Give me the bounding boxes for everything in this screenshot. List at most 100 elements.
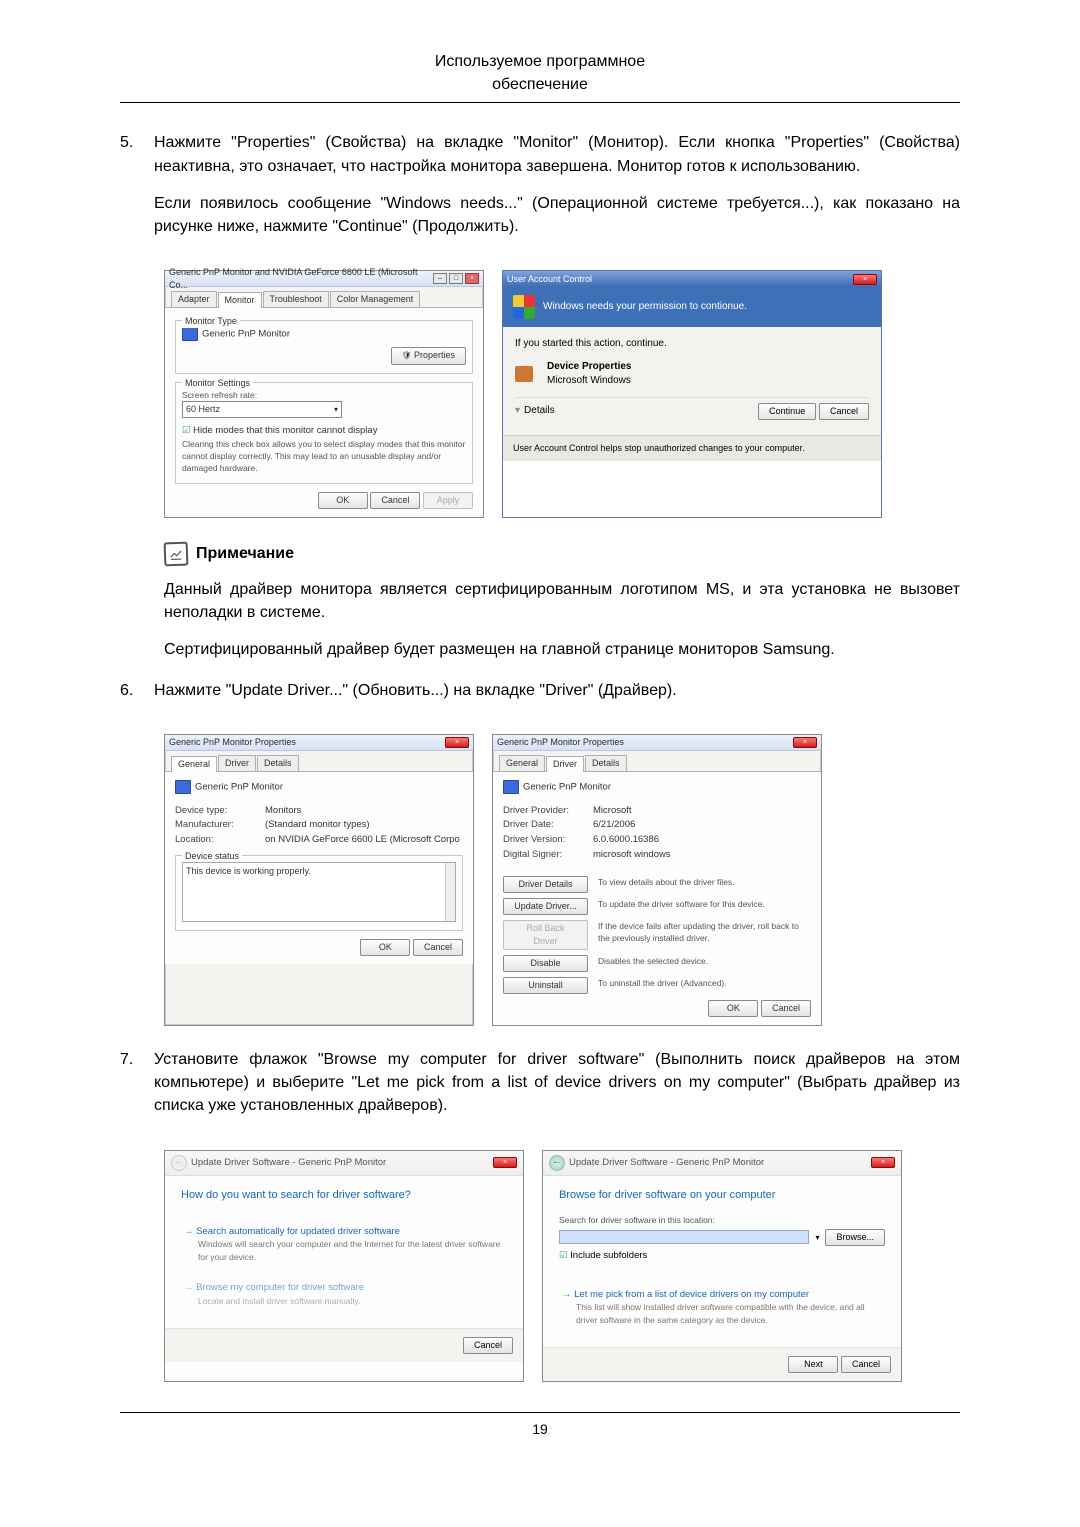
tab-color-management[interactable]: Color Management (330, 291, 421, 307)
uac-title-text: User Account Control (507, 273, 592, 286)
step-5-paragraph-1: Нажмите "Properties" (Свойства) на вклад… (154, 131, 960, 177)
uac-if-started: If you started this action, continue. (515, 337, 869, 352)
back-icon[interactable]: ← (549, 1155, 565, 1171)
running-header-line2: обеспечение (120, 73, 960, 96)
general-properties-dialog: Generic PnP Monitor Properties × General… (164, 734, 474, 1026)
tab-general[interactable]: General (499, 755, 545, 771)
search-auto-sub: Windows will search your computer and th… (198, 1238, 504, 1263)
note-paragraph-1: Данный драйвер монитора является сертифи… (164, 578, 960, 624)
device-status-textarea: This device is working properly. (182, 862, 456, 922)
location-input[interactable] (559, 1230, 809, 1244)
close-icon[interactable]: × (445, 737, 469, 748)
page-number: 19 (120, 1419, 960, 1439)
driver-provider-value: Microsoft (593, 804, 632, 818)
general-dialog-title: Generic PnP Monitor Properties (169, 736, 296, 749)
scrollbar[interactable] (445, 863, 455, 921)
update-driver-desc: To update the driver software for this d… (598, 898, 811, 910)
roll-back-driver-button[interactable]: Roll Back Driver (503, 920, 588, 950)
update-driver-button[interactable]: Update Driver... (503, 898, 588, 915)
monitor-settings-legend: Monitor Settings (182, 377, 253, 390)
step-5-number: 5. (120, 131, 154, 252)
cancel-button[interactable]: Cancel (761, 1000, 811, 1017)
driver-dialog-title: Generic PnP Monitor Properties (497, 736, 624, 749)
apply-button[interactable]: Apply (423, 492, 473, 509)
uac-details-link[interactable]: Details (524, 404, 555, 419)
continue-button[interactable]: Continue (758, 403, 816, 420)
driver-version-label: Driver Version: (503, 833, 583, 847)
cancel-button[interactable]: Cancel (841, 1356, 891, 1373)
tab-details[interactable]: Details (585, 755, 627, 771)
browse-lead: Browse my computer for driver software (184, 1281, 504, 1295)
hide-modes-checkbox[interactable]: Hide modes that this monitor cannot disp… (182, 424, 466, 438)
driver-date-label: Driver Date: (503, 818, 583, 832)
close-icon[interactable]: × (871, 1157, 895, 1168)
uninstall-desc: To uninstall the driver (Advanced). (598, 977, 811, 989)
disable-desc: Disables the selected device. (598, 955, 811, 967)
properties-button[interactable]: Properties (391, 347, 466, 364)
uninstall-button[interactable]: Uninstall (503, 977, 588, 994)
step-7-number: 7. (120, 1048, 154, 1132)
note-icon (164, 541, 189, 566)
refresh-rate-select[interactable]: 60 Hertz ▾ (182, 401, 342, 418)
location-label: Location: (175, 833, 255, 847)
include-subfolders-checkbox[interactable]: Include subfolders (559, 1249, 885, 1263)
disable-button[interactable]: Disable (503, 955, 588, 972)
tab-driver[interactable]: Driver (546, 756, 584, 772)
tab-troubleshoot[interactable]: Troubleshoot (263, 291, 329, 307)
digital-signer-value: microsoft windows (593, 848, 671, 862)
driver-properties-dialog: Generic PnP Monitor Properties × General… (492, 734, 822, 1026)
location-value: on NVIDIA GeForce 6600 LE (Microsoft Cor… (265, 833, 460, 847)
digital-signer-label: Digital Signer: (503, 848, 583, 862)
uac-footer-text: User Account Control helps stop unauthor… (503, 435, 881, 461)
browse-button[interactable]: Browse... (825, 1229, 885, 1246)
chevron-down-icon[interactable]: ▾ (815, 1232, 819, 1244)
search-automatically-option[interactable]: Search automatically for updated driver … (181, 1218, 507, 1270)
wizard-heading: How do you want to search for driver sof… (165, 1176, 523, 1210)
back-icon[interactable]: ← (171, 1155, 187, 1171)
monitor-name-label: Generic PnP Monitor (202, 329, 290, 340)
refresh-rate-value: 60 Hertz (186, 403, 220, 416)
step-6-number: 6. (120, 679, 154, 716)
tab-details[interactable]: Details (257, 755, 299, 771)
minimize-icon[interactable]: – (433, 273, 447, 284)
note-paragraph-2: Сертифицированный драйвер будет размещен… (164, 638, 960, 661)
next-button[interactable]: Next (788, 1356, 838, 1373)
driver-details-desc: To view details about the driver files. (598, 876, 811, 888)
ok-button[interactable]: OK (360, 939, 410, 956)
wizard-breadcrumb: Update Driver Software - Generic PnP Mon… (191, 1156, 386, 1170)
close-icon[interactable]: × (853, 274, 877, 285)
search-location-label: Search for driver software in this locat… (559, 1214, 885, 1226)
hide-modes-description: Clearing this check box allows you to se… (182, 438, 466, 475)
step-5-paragraph-2: Если появилось сообщение "Windows needs.… (154, 192, 960, 238)
cancel-button[interactable]: Cancel (463, 1337, 513, 1354)
tab-general[interactable]: General (171, 756, 217, 772)
uac-dialog: User Account Control × Windows needs you… (502, 270, 882, 517)
tab-driver[interactable]: Driver (218, 755, 256, 771)
cancel-button[interactable]: Cancel (370, 492, 420, 509)
chevron-down-icon[interactable]: ▾ (515, 404, 520, 419)
browse-computer-option[interactable]: Browse my computer for driver software L… (181, 1274, 507, 1314)
monitor-icon (182, 327, 198, 341)
browse-driver-wizard: ← Update Driver Software - Generic PnP M… (542, 1150, 902, 1383)
tab-adapter[interactable]: Adapter (171, 291, 217, 307)
browse-sub: Locate and install driver software manua… (198, 1295, 504, 1307)
manufacturer-label: Manufacturer: (175, 818, 255, 832)
close-icon[interactable]: × (493, 1157, 517, 1168)
maximize-icon[interactable]: □ (449, 273, 463, 284)
ok-button[interactable]: OK (318, 492, 368, 509)
driver-details-button[interactable]: Driver Details (503, 876, 588, 893)
cancel-button[interactable]: Cancel (413, 939, 463, 956)
let-me-pick-option[interactable]: Let me pick from a list of device driver… (559, 1281, 885, 1333)
ok-button[interactable]: OK (708, 1000, 758, 1017)
search-auto-lead: Search automatically for updated driver … (184, 1225, 504, 1239)
driver-date-value: 6/21/2006 (593, 818, 635, 832)
close-icon[interactable]: × (793, 737, 817, 748)
step-7-paragraph: Установите флажок "Browse my computer fo… (154, 1048, 960, 1118)
close-icon[interactable]: × (465, 273, 479, 284)
monitor-properties-dialog: Generic PnP Monitor and NVIDIA GeForce 6… (164, 270, 484, 517)
note-title: Примечание (196, 542, 294, 565)
cancel-button[interactable]: Cancel (819, 403, 869, 420)
monitor-type-legend: Monitor Type (182, 315, 240, 328)
device-type-label: Device type: (175, 804, 255, 818)
tab-monitor[interactable]: Monitor (218, 292, 262, 308)
